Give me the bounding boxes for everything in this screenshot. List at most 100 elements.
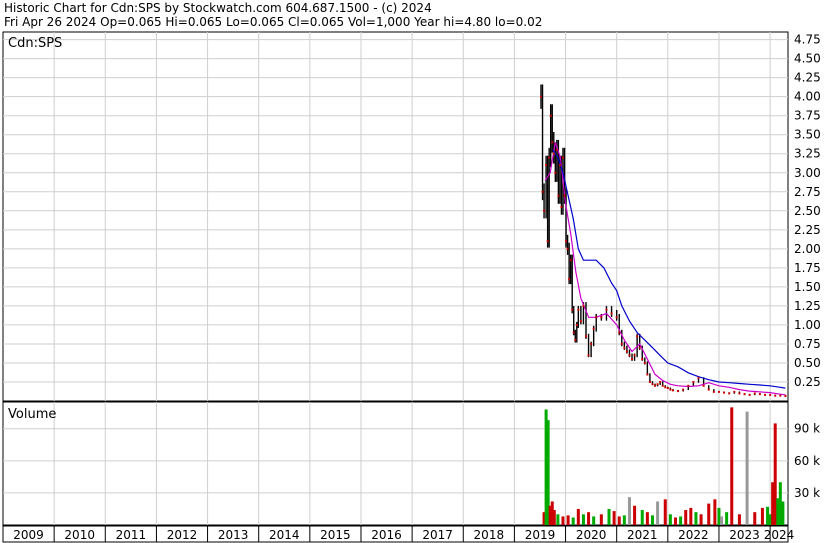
price-tick-label: 1.75 xyxy=(794,261,821,275)
close-dot xyxy=(648,380,651,383)
close-dot xyxy=(545,164,548,167)
close-dot xyxy=(568,278,571,281)
volume-bar xyxy=(617,516,621,525)
close-dot xyxy=(558,164,561,167)
close-dot xyxy=(646,373,649,376)
close-dot xyxy=(631,358,634,361)
close-dot xyxy=(572,331,575,334)
volume-bar xyxy=(768,514,772,525)
volume-bar xyxy=(656,501,660,525)
volume-bar xyxy=(627,497,631,525)
volume-bar xyxy=(737,514,741,525)
close-dot xyxy=(728,392,731,395)
price-tick-label: 1.00 xyxy=(794,318,821,332)
volume-bar xyxy=(689,507,693,525)
chart-header-line1: Historic Chart for Cdn:SPS by Stockwatch… xyxy=(4,1,432,15)
volume-bar xyxy=(663,499,667,525)
close-dot xyxy=(541,190,544,193)
volume-panel xyxy=(2,401,789,526)
close-dot xyxy=(610,312,613,315)
close-dot xyxy=(707,388,710,391)
close-dot xyxy=(548,156,551,159)
price-tick-label: 1.50 xyxy=(794,280,821,294)
close-dot xyxy=(618,331,621,334)
volume-tick-label: 90 k xyxy=(794,422,820,436)
price-tick-label: 0.50 xyxy=(794,356,821,370)
year-label: 2011 xyxy=(116,528,147,542)
close-dot xyxy=(677,390,680,393)
close-dot xyxy=(584,335,587,338)
close-dot xyxy=(666,387,669,390)
price-tick-label: 3.00 xyxy=(794,166,821,180)
close-dot xyxy=(546,240,549,243)
volume-bar xyxy=(552,510,556,525)
close-dot xyxy=(569,259,572,262)
close-dot xyxy=(600,316,603,319)
volume-bar xyxy=(778,482,782,525)
close-dot xyxy=(595,316,598,319)
close-dot xyxy=(758,393,761,396)
close-dot xyxy=(702,384,705,387)
close-dot xyxy=(779,394,782,397)
close-dot xyxy=(671,389,674,392)
volume-bar xyxy=(633,505,637,525)
close-dot xyxy=(712,390,715,393)
close-dot xyxy=(555,148,558,151)
close-dot xyxy=(636,335,639,338)
year-label: 2012 xyxy=(167,528,198,542)
close-dot xyxy=(561,156,564,159)
close-dot xyxy=(560,205,563,208)
close-dot xyxy=(651,383,654,386)
close-dot xyxy=(638,346,641,349)
close-dot xyxy=(554,171,557,174)
close-dot xyxy=(664,386,667,389)
close-dot xyxy=(748,393,751,396)
volume-bar xyxy=(622,515,626,525)
close-dot xyxy=(661,384,664,387)
year-label: 2019 xyxy=(525,528,556,542)
volume-bar xyxy=(753,512,757,525)
close-dot xyxy=(669,388,672,391)
volume-bar xyxy=(645,512,649,525)
volume-bar xyxy=(781,501,785,525)
volume-bar xyxy=(713,499,717,525)
volume-bar xyxy=(745,411,749,525)
close-dot xyxy=(552,152,555,155)
close-dot xyxy=(571,308,574,311)
price-panel xyxy=(2,31,789,402)
volume-bar xyxy=(650,515,654,525)
close-dot xyxy=(738,392,741,395)
price-tick-label: 2.25 xyxy=(794,223,821,237)
volume-tick-label: 30 k xyxy=(794,486,820,500)
close-dot xyxy=(697,377,700,380)
close-dot xyxy=(565,240,568,243)
price-tick-label: 4.50 xyxy=(794,52,821,66)
volume-bar xyxy=(668,514,672,525)
volume-bar xyxy=(707,503,711,525)
price-tick-label: 3.50 xyxy=(794,128,821,142)
close-dot xyxy=(557,194,560,197)
price-tick-label: 0.75 xyxy=(794,337,821,351)
year-label: 2022 xyxy=(678,528,709,542)
price-tick-label: 1.25 xyxy=(794,299,821,313)
close-dot xyxy=(592,327,595,330)
volume-panel-title: Volume xyxy=(8,407,56,422)
close-dot xyxy=(539,95,542,98)
year-label: 2018 xyxy=(474,528,505,542)
stock-chart-figure: Historic Chart for Cdn:SPS by Stockwatch… xyxy=(2,1,821,543)
volume-bar xyxy=(679,516,683,525)
close-dot xyxy=(563,194,566,197)
volume-bar xyxy=(730,407,734,525)
close-dot xyxy=(623,346,626,349)
volume-bar xyxy=(599,514,603,525)
year-label: 2023 xyxy=(729,528,760,542)
close-dot xyxy=(769,393,772,396)
close-dot xyxy=(753,392,756,395)
volume-bar xyxy=(581,514,585,525)
volume-bar xyxy=(699,514,703,525)
close-dot xyxy=(574,339,577,342)
year-label: 2016 xyxy=(371,528,402,542)
close-dot xyxy=(605,308,608,311)
close-dot xyxy=(733,390,736,393)
year-label: 2020 xyxy=(576,528,607,542)
